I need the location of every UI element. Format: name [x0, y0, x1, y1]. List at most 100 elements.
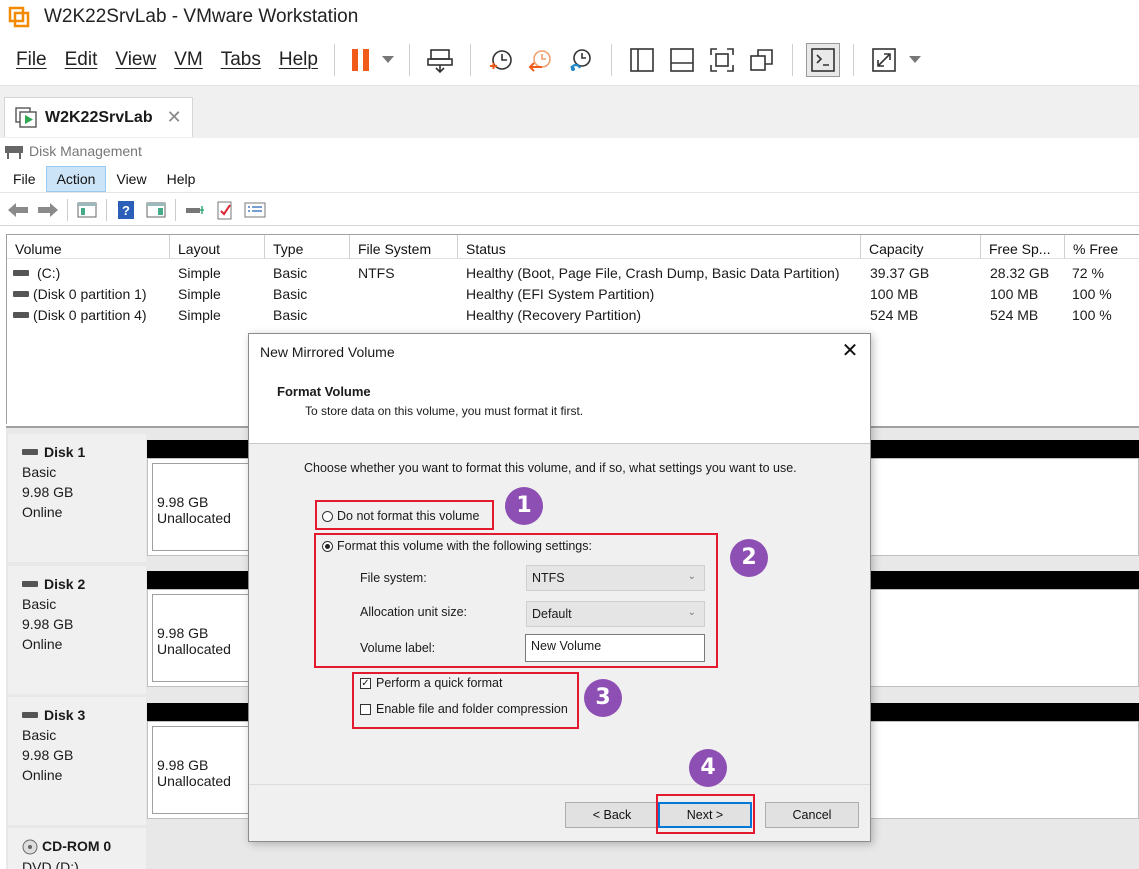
volume-status: Healthy (Recovery Partition) — [466, 307, 642, 323]
disk-size: 9.98 GB — [22, 747, 74, 763]
col-percent-free[interactable]: % Free — [1065, 235, 1139, 259]
unallocated-region[interactable]: 9.98 GB Unallocated — [152, 594, 250, 682]
file-system-value: NTFS — [532, 571, 565, 585]
dialog-title: New Mirrored Volume — [260, 344, 395, 360]
partition-state: Unallocated — [157, 641, 231, 657]
unallocated-region[interactable]: 9.98 GB Unallocated — [152, 463, 250, 551]
terminal-icon[interactable] — [805, 42, 840, 77]
volume-free: 28.32 GB — [990, 265, 1050, 281]
console-view-icon[interactable] — [625, 43, 659, 77]
disk-label[interactable]: Disk 1 Basic 9.98 GB Online — [8, 434, 146, 562]
next-button[interactable]: Next > — [658, 802, 752, 828]
dm-menu-help[interactable]: Help — [157, 167, 206, 191]
partition-size: 9.98 GB — [157, 625, 209, 641]
col-status[interactable]: Status — [458, 235, 861, 259]
radio-button-selected[interactable] — [322, 540, 333, 552]
revert-snapshot-icon[interactable] — [524, 43, 558, 77]
svg-text:?: ? — [122, 203, 130, 218]
checkbox-unchecked[interactable] — [360, 703, 371, 715]
volume-percent-free: 72 % — [1072, 265, 1104, 281]
disk-state: Online — [22, 504, 63, 520]
toolbar-separator — [469, 43, 471, 76]
forward-arrow-icon[interactable] — [36, 199, 60, 221]
vmware-title-bar: W2K22SrvLab - VMware Workstation — [0, 0, 1139, 34]
snapshot-icon[interactable] — [484, 43, 518, 77]
settings-list-icon[interactable] — [243, 199, 267, 221]
tab-w2k22srvlab[interactable]: W2K22SrvLab ✕ — [4, 97, 193, 137]
compression-checkbox[interactable]: Enable file and folder compression — [360, 702, 568, 716]
radio-format-volume[interactable]: Format this volume with the following se… — [322, 539, 592, 553]
stretch-icon[interactable] — [867, 43, 901, 77]
show-action-pane-icon[interactable] — [144, 199, 168, 221]
thumbnail-view-icon[interactable] — [665, 43, 699, 77]
menu-view[interactable]: View — [115, 49, 156, 71]
radio-do-not-format[interactable]: Do not format this volume — [322, 509, 479, 523]
partition-state: Unallocated — [157, 773, 231, 789]
disk-name: Disk 3 — [44, 707, 86, 723]
file-system-select[interactable]: NTFS ⌄ — [526, 565, 705, 591]
menu-help[interactable]: Help — [279, 49, 318, 71]
dialog-title-bar: New Mirrored Volume ✕ — [249, 334, 870, 370]
radio-label: Do not format this volume — [337, 509, 480, 523]
cancel-button[interactable]: Cancel — [765, 802, 859, 828]
volume-row[interactable]: (C:) Simple Basic NTFS Healthy (Boot, Pa… — [7, 263, 1139, 284]
properties-checklist-icon[interactable] — [213, 199, 237, 221]
disk-label[interactable]: Disk 2 Basic 9.98 GB Online — [8, 566, 146, 694]
back-arrow-icon[interactable] — [6, 199, 30, 221]
dm-menu-action[interactable]: Action — [45, 165, 107, 192]
snapshot-manager-icon[interactable] — [564, 43, 598, 77]
volume-layout: Simple — [178, 286, 221, 302]
volume-status: Healthy (EFI System Partition) — [466, 286, 655, 302]
unity-icon[interactable] — [745, 43, 779, 77]
disk-label[interactable]: CD-ROM 0 DVD (D:) — [8, 828, 146, 869]
dropdown-arrow-icon[interactable] — [907, 43, 923, 77]
col-volume[interactable]: Volume — [7, 235, 170, 259]
menu-tabs[interactable]: Tabs — [221, 49, 261, 71]
menu-file[interactable]: File — [16, 49, 47, 71]
dropdown-arrow-icon[interactable] — [380, 43, 396, 77]
volume-status: Healthy (Boot, Page File, Crash Dump, Ba… — [466, 265, 840, 281]
disk-state: Online — [22, 636, 63, 652]
volume-layout: Simple — [178, 265, 221, 281]
tab-close-icon[interactable]: ✕ — [167, 107, 182, 128]
volume-free: 100 MB — [990, 286, 1039, 302]
disk-size: 9.98 GB — [22, 484, 74, 500]
allocation-unit-size-select[interactable]: Default ⌄ — [526, 601, 705, 627]
volume-name: (Disk 0 partition 1) — [33, 286, 147, 302]
volume-row[interactable]: (Disk 0 partition 1) Simple Basic Health… — [7, 284, 1139, 305]
radio-button[interactable] — [322, 510, 333, 522]
menu-vm[interactable]: VM — [174, 49, 203, 71]
disk-name: CD-ROM 0 — [42, 838, 112, 854]
col-type[interactable]: Type — [265, 235, 350, 259]
show-hide-console-tree-icon[interactable] — [75, 199, 99, 221]
col-capacity[interactable]: Capacity — [861, 235, 981, 259]
connect-disk-icon[interactable] — [183, 199, 207, 221]
pause-icon[interactable] — [348, 43, 374, 77]
volume-row[interactable]: (Disk 0 partition 4) Simple Basic Health… — [7, 305, 1139, 326]
volume-name: (Disk 0 partition 4) — [33, 307, 147, 323]
col-free-space[interactable]: Free Sp... — [981, 235, 1065, 259]
back-button[interactable]: < Back — [565, 802, 659, 828]
quick-format-checkbox[interactable]: ✓ Perform a quick format — [360, 676, 502, 690]
send-ctrl-alt-del-icon[interactable] — [423, 43, 457, 77]
disk-label[interactable]: Disk 3 Basic 9.98 GB Online — [8, 697, 146, 825]
allocation-unit-size-value: Default — [532, 607, 572, 621]
checkbox-checked[interactable]: ✓ — [360, 677, 371, 689]
unallocated-region[interactable]: 9.98 GB Unallocated — [152, 726, 250, 814]
menu-edit[interactable]: Edit — [65, 49, 98, 71]
disk-management-title: Disk Management — [29, 143, 142, 159]
toolbar-separator — [106, 198, 107, 221]
fullscreen-icon[interactable] — [705, 43, 739, 77]
help-icon[interactable]: ? — [114, 199, 138, 221]
disk-icon — [22, 581, 38, 588]
volume-capacity: 524 MB — [870, 307, 919, 323]
col-layout[interactable]: Layout — [170, 235, 265, 259]
close-icon[interactable]: ✕ — [838, 340, 862, 364]
dm-menu-view[interactable]: View — [106, 167, 156, 191]
volume-capacity: 100 MB — [870, 286, 919, 302]
col-file-system[interactable]: File System — [350, 235, 458, 259]
volume-percent-free: 100 % — [1072, 286, 1112, 302]
dm-menu-file[interactable]: File — [3, 167, 46, 191]
volume-label-input[interactable]: New Volume — [525, 634, 705, 662]
drive-icon — [13, 312, 29, 319]
